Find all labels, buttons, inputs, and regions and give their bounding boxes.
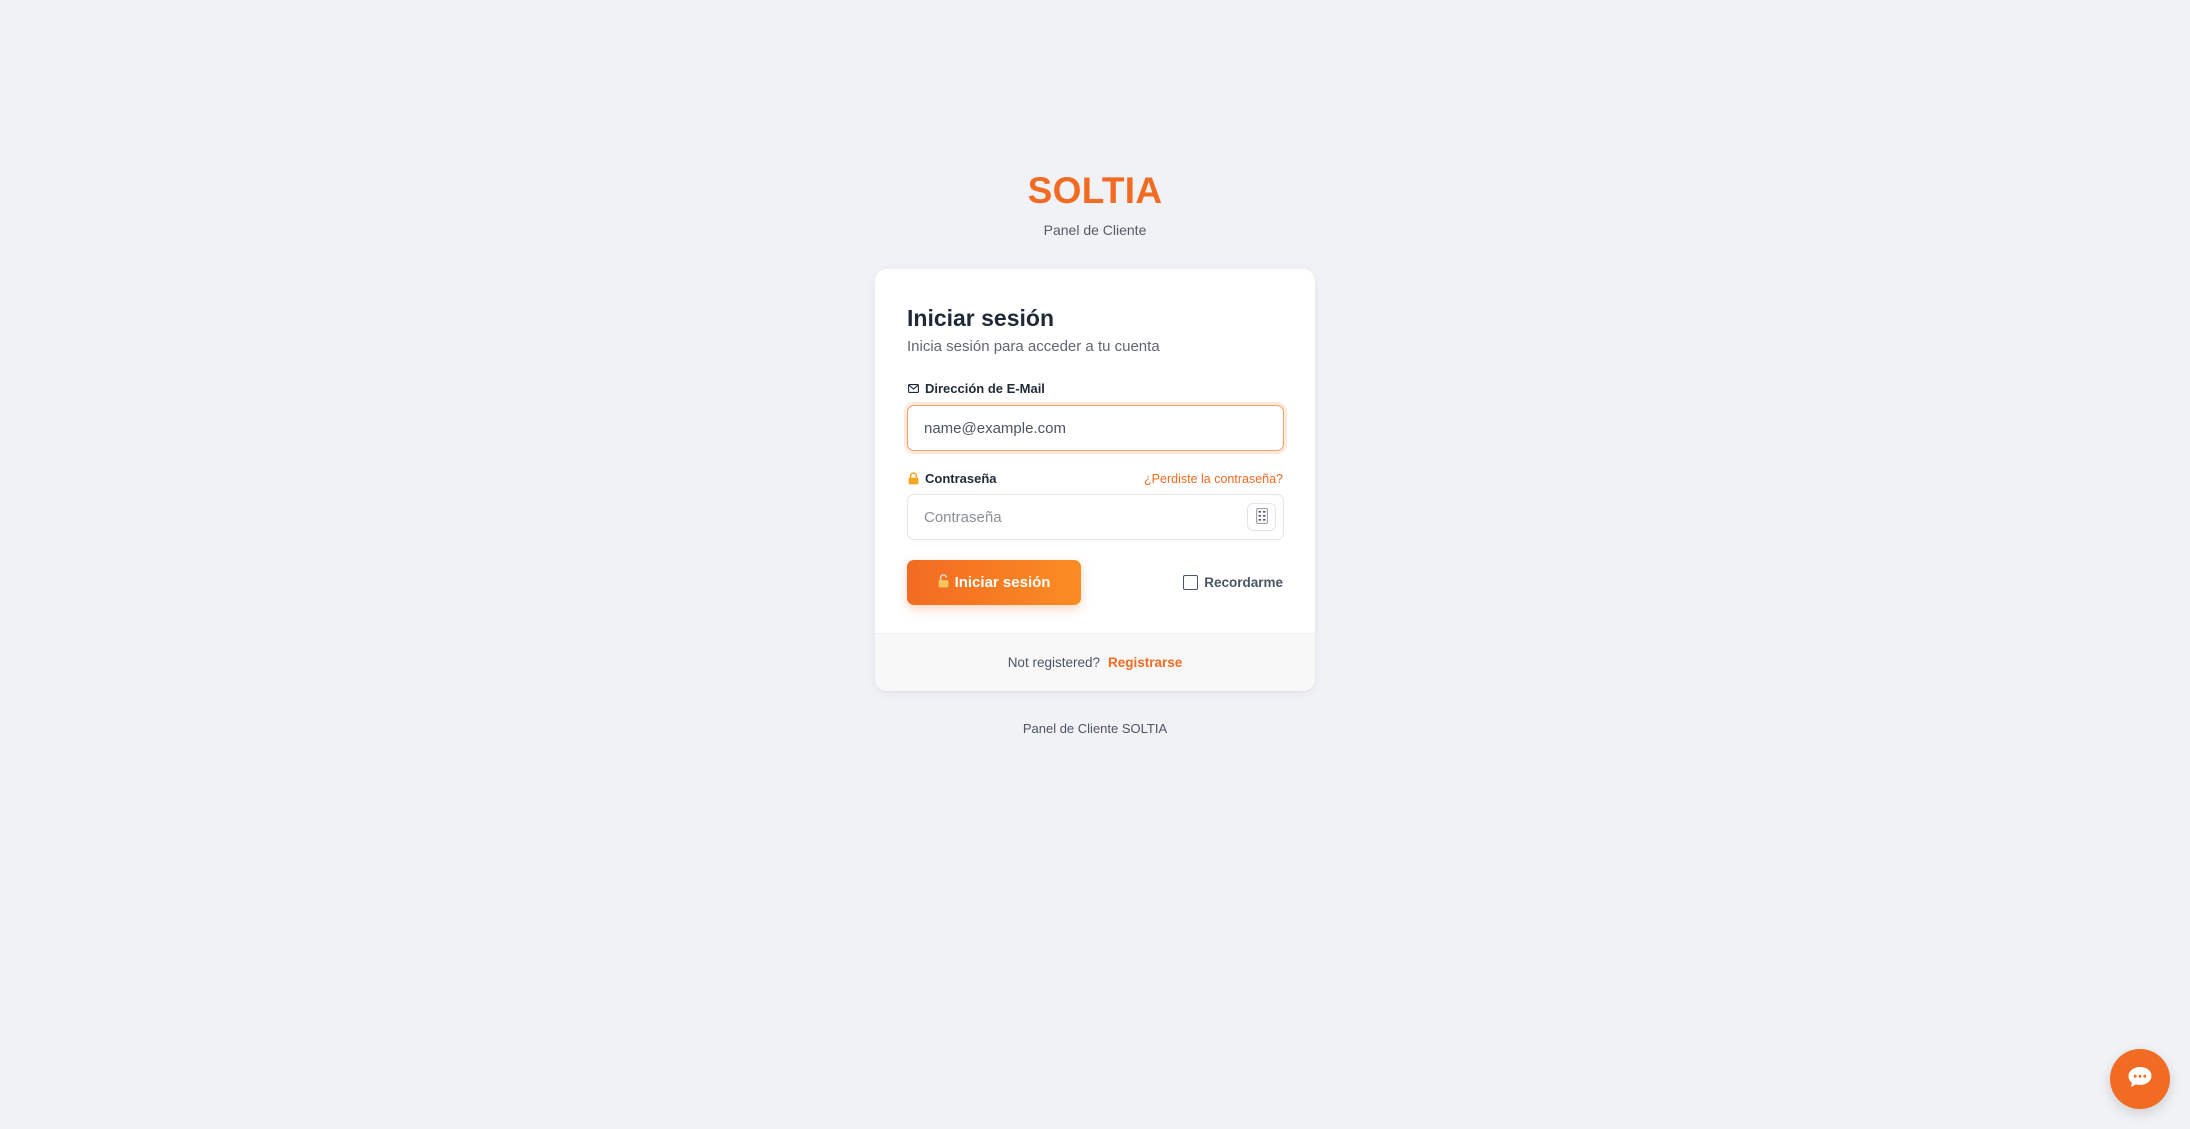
login-actions: Iniciar sesión Recordarme [907, 560, 1283, 605]
brand-header: SOLTIA Panel de Cliente [0, 168, 2190, 238]
lock-icon [907, 472, 920, 485]
brand-logo[interactable]: SOLTIA [0, 168, 2190, 214]
remember-me[interactable]: Recordarme [1183, 575, 1283, 590]
password-label: Contraseña [907, 471, 997, 486]
login-button-label: Iniciar sesión [954, 574, 1051, 591]
login-button[interactable]: Iniciar sesión [907, 560, 1081, 605]
show-password-icon [1255, 507, 1268, 527]
forgot-password-link[interactable]: ¿Perdiste la contraseña? [1144, 472, 1283, 486]
password-field-wrapper [907, 494, 1284, 540]
remember-me-checkbox[interactable] [1183, 575, 1199, 590]
chat-button[interactable] [2110, 1049, 2170, 1109]
password-label-row: Contraseña ¿Perdiste la contraseña? [907, 471, 1283, 486]
unlock-icon [938, 573, 949, 592]
remember-me-label: Recordarme [1204, 575, 1283, 590]
register-footer: Not registered? Registrarse [875, 633, 1315, 691]
email-label-text: Dirección de E-Mail [925, 381, 1045, 396]
brand-subtitle: Panel de Cliente [1043, 222, 1147, 238]
login-title: Iniciar sesión [907, 305, 1055, 331]
login-page: SOLTIA Panel de Cliente Iniciar sesión I… [0, 0, 2190, 1129]
chat-bubble-icon [2127, 1065, 2153, 1094]
login-card: Iniciar sesión Inicia sesión para accede… [875, 269, 1315, 691]
register-prompt: Not registered? [1007, 655, 1100, 670]
password-label-text: Contraseña [925, 471, 997, 486]
envelope-icon [907, 382, 920, 395]
page-footer: Panel de Cliente SOLTIA [1022, 721, 1168, 736]
register-link[interactable]: Registrarse [1108, 655, 1182, 670]
show-password-button[interactable] [1247, 503, 1276, 531]
login-card-body: Iniciar sesión Inicia sesión para accede… [875, 269, 1315, 605]
email-label-row: Dirección de E-Mail [907, 381, 1283, 396]
email-input[interactable] [907, 405, 1284, 451]
login-subtitle: Inicia sesión para acceder a tu cuenta [907, 338, 1160, 355]
password-input[interactable] [907, 494, 1284, 540]
email-label: Dirección de E-Mail [907, 381, 1045, 396]
